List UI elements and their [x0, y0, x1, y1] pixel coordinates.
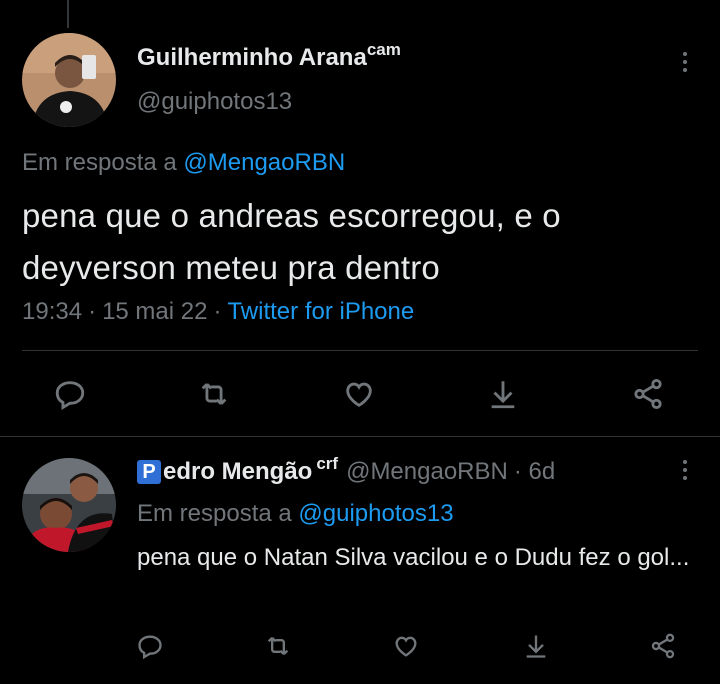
- more-vertical-icon[interactable]: [681, 460, 689, 480]
- download-icon[interactable]: [518, 628, 554, 664]
- reply-header: P edro Mengão crf @MengaoRBN · 6d: [137, 454, 556, 486]
- divider: [22, 350, 698, 351]
- reply-reply-context: Em resposta a @guiphotos13: [137, 500, 454, 528]
- main-display-name[interactable]: Guilherminho Aranacam: [137, 40, 401, 72]
- retweet-icon[interactable]: [196, 376, 232, 412]
- thread-line: [67, 0, 69, 28]
- more-vertical-icon[interactable]: [681, 52, 689, 72]
- reply-handle[interactable]: @MengaoRBN: [346, 458, 508, 486]
- meta-separator: ·: [213, 298, 222, 325]
- reply-age[interactable]: 6d: [529, 458, 556, 485]
- share-icon[interactable]: [630, 376, 666, 412]
- reply-prefix-label: Em resposta a: [22, 149, 177, 176]
- reply-name-suffix: crf: [316, 454, 339, 473]
- meta-separator: ·: [513, 458, 522, 485]
- main-tweet-meta: 19:34 · 15 mai 22 · Twitter for iPhone: [22, 298, 414, 326]
- reply-display-name-text[interactable]: edro Mengão: [163, 458, 312, 485]
- reply-icon[interactable]: [52, 376, 88, 412]
- main-name-suffix: cam: [366, 40, 401, 59]
- avatar-main-image: [22, 33, 116, 127]
- heart-icon[interactable]: [388, 628, 424, 664]
- avatar-reply-image: [22, 458, 116, 552]
- tweet-separator: [0, 436, 720, 437]
- avatar-reply[interactable]: [22, 458, 116, 552]
- heart-icon[interactable]: [341, 376, 377, 412]
- download-icon[interactable]: [485, 376, 521, 412]
- avatar-main[interactable]: [22, 33, 116, 127]
- tweet-date[interactable]: 15 mai 22: [102, 298, 207, 325]
- retweet-icon[interactable]: [260, 628, 296, 664]
- reply-tweet-text: pena que o Natan Silva vacilou e o Dudu …: [137, 544, 690, 571]
- reply-icon[interactable]: [132, 628, 168, 664]
- reply-to-link[interactable]: @MengaoRBN: [183, 149, 345, 176]
- main-display-name-text[interactable]: Guilherminho Arana: [137, 44, 367, 71]
- share-icon[interactable]: [645, 628, 681, 664]
- main-handle[interactable]: @guiphotos13: [137, 88, 292, 116]
- tweet-source-link[interactable]: Twitter for iPhone: [227, 298, 414, 325]
- reply-to-link[interactable]: @guiphotos13: [298, 500, 453, 527]
- main-tweet-text: pena que o andreas escorregou, e o deyve…: [22, 197, 561, 286]
- name-badge: P: [137, 460, 161, 484]
- tweet-time[interactable]: 19:34: [22, 298, 82, 325]
- meta-separator: ·: [88, 298, 97, 325]
- reply-prefix-label: Em resposta a: [137, 500, 292, 527]
- reply-display-name[interactable]: edro Mengão crf: [163, 454, 338, 486]
- main-reply-context: Em resposta a @MengaoRBN: [22, 149, 345, 177]
